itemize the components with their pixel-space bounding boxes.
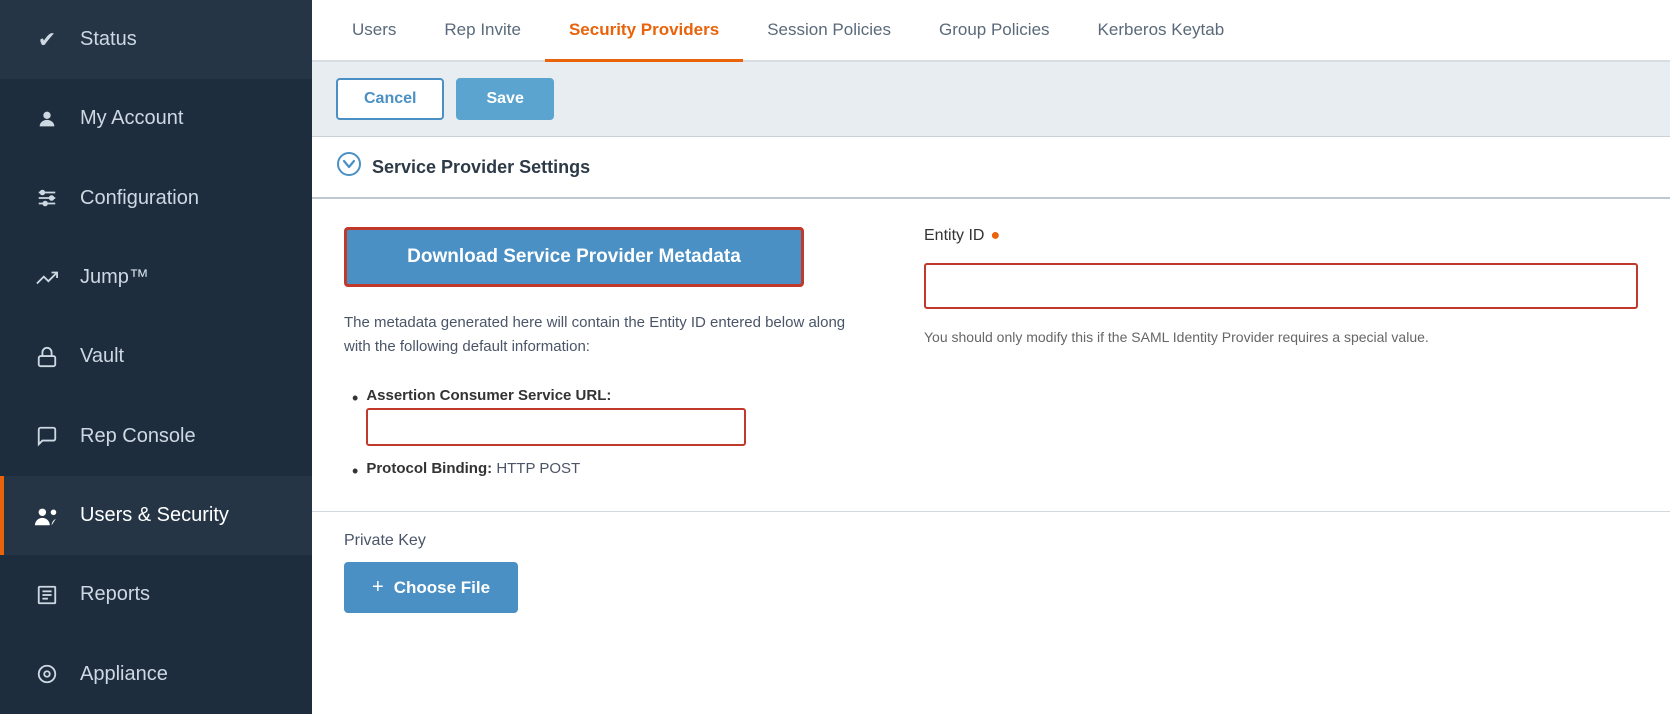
sidebar-item-appliance[interactable]: Appliance [0,635,312,714]
assertion-consumer-url-label: Assertion Consumer Service URL: [366,387,611,404]
appliance-icon [32,663,62,685]
sidebar-item-label: Reports [80,583,150,606]
sidebar-item-label: Configuration [80,187,199,210]
jump-icon [32,267,62,289]
section-header: Service Provider Settings [312,137,1670,199]
private-key-label: Private Key [344,532,1638,550]
tab-group-policies[interactable]: Group Policies [915,0,1074,62]
status-icon: ✔ [32,27,62,53]
entity-id-label: Entity ID ● [924,227,1638,245]
sidebar-item-rep-console[interactable]: Rep Console [0,397,312,476]
protocol-binding-value: HTTP POST [496,460,580,477]
toolbar: Cancel Save [312,62,1670,137]
sidebar-item-label: Users & Security [80,504,229,527]
sidebar-item-label: Rep Console [80,425,196,448]
cancel-button[interactable]: Cancel [336,78,444,120]
protocol-binding-item: • Protocol Binding: HTTP POST [352,460,864,483]
form-right: Entity ID ● You should only modify this … [924,227,1638,348]
assertion-consumer-url-input[interactable] [366,408,746,446]
tab-session-policies[interactable]: Session Policies [743,0,915,62]
bullet-icon: • [352,387,358,410]
private-key-section: Private Key + Choose File [312,532,1670,641]
tab-bar: Users Rep Invite Security Providers Sess… [312,0,1670,62]
sidebar-item-configuration[interactable]: Configuration [0,159,312,238]
sidebar-item-status[interactable]: ✔ Status [0,0,312,79]
choose-file-button[interactable]: + Choose File [344,562,518,613]
sidebar-item-label: Appliance [80,663,168,686]
assertion-list: • Assertion Consumer Service URL: • Prot… [344,387,864,483]
entity-id-hint: You should only modify this if the SAML … [924,327,1638,348]
sidebar-item-my-account[interactable]: My Account [0,79,312,158]
required-indicator: ● [990,227,1000,245]
bullet-icon-2: • [352,460,358,483]
sidebar-item-vault[interactable]: Vault [0,317,312,396]
sidebar-item-jump[interactable]: Jump™ [0,238,312,317]
rep-console-icon [32,425,62,447]
content-area: Service Provider Settings Download Servi… [312,137,1670,714]
metadata-description: The metadata generated here will contain… [344,311,864,359]
section-title: Service Provider Settings [372,157,590,178]
sidebar-item-label: My Account [80,107,183,130]
tab-kerberos-keytab[interactable]: Kerberos Keytab [1074,0,1249,62]
sidebar-item-label: Jump™ [80,266,149,289]
plus-icon: + [372,576,384,599]
save-button[interactable]: Save [456,78,553,120]
chevron-down-icon[interactable] [336,151,362,183]
sidebar-item-label: Vault [80,345,124,368]
reports-icon [32,584,62,606]
assertion-consumer-url-item: • Assertion Consumer Service URL: [352,387,864,446]
my-account-icon [32,108,62,130]
choose-file-label: Choose File [394,578,490,598]
sidebar-item-reports[interactable]: Reports [0,555,312,634]
configuration-icon [32,187,62,209]
tab-users[interactable]: Users [328,0,420,62]
tab-rep-invite[interactable]: Rep Invite [420,0,545,62]
sidebar-item-users-security[interactable]: Users & Security [0,476,312,555]
protocol-binding-label: Protocol Binding: [366,460,492,477]
tab-security-providers[interactable]: Security Providers [545,0,743,62]
main-content: Users Rep Invite Security Providers Sess… [312,0,1670,714]
users-security-icon [32,505,62,527]
entity-id-input[interactable] [924,263,1638,309]
sidebar: ✔ Status My Account Configuration Jump™ … [0,0,312,714]
download-metadata-button[interactable]: Download Service Provider Metadata [344,227,804,287]
form-body: Download Service Provider Metadata The m… [312,199,1670,511]
vault-icon [32,346,62,368]
sidebar-item-label: Status [80,28,137,51]
form-left: Download Service Provider Metadata The m… [344,227,864,483]
section-divider [312,511,1670,512]
